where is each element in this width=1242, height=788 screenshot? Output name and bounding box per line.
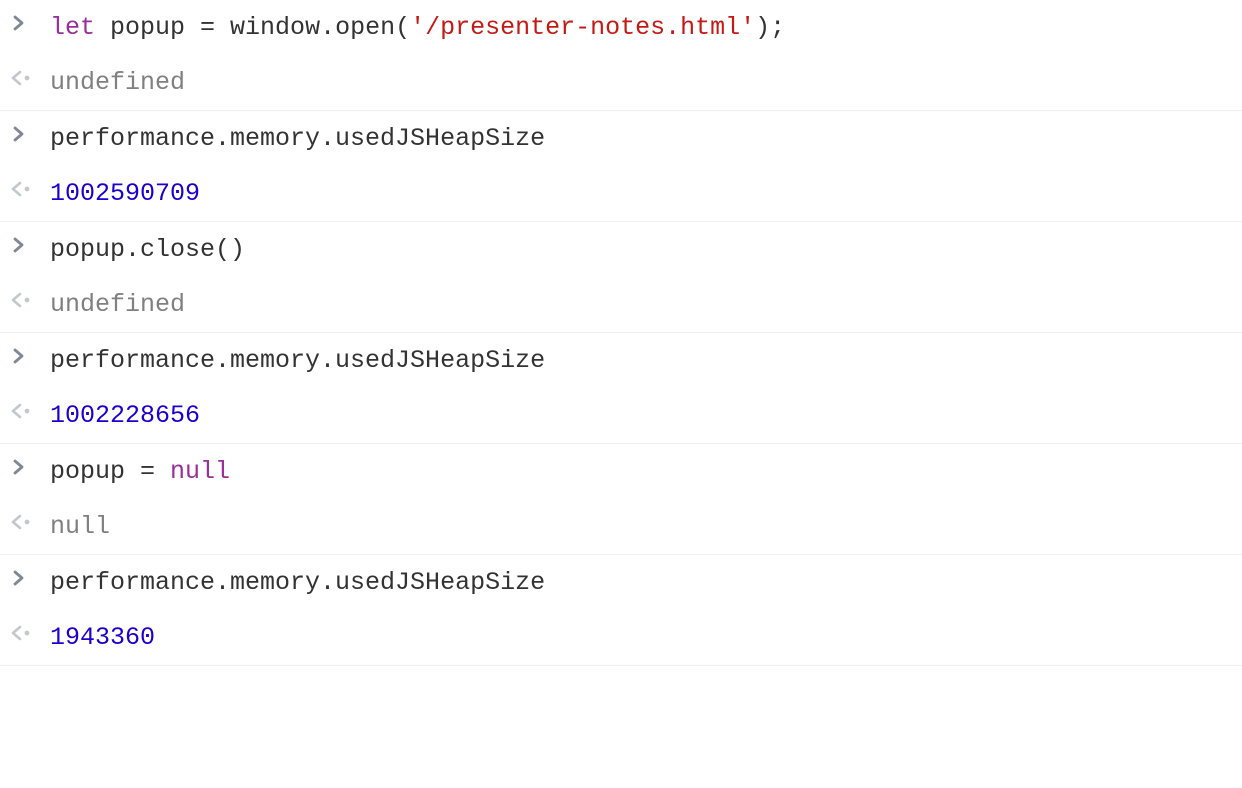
console-output-row: null [0, 499, 1242, 555]
console-input-text[interactable]: popup = null [50, 454, 1234, 489]
code-token: 1002228656 [50, 401, 200, 430]
code-token: popup.close() [50, 235, 245, 264]
console-output-text: 1002228656 [50, 398, 1234, 433]
console-input-text[interactable]: performance.memory.usedJSHeapSize [50, 565, 1234, 600]
console-log: let popup = window.open('/presenter-note… [0, 0, 1242, 666]
code-token: undefined [50, 68, 185, 97]
console-output-row: undefined [0, 55, 1242, 111]
input-prompt-icon [10, 121, 50, 144]
input-prompt-icon [10, 565, 50, 588]
input-prompt-icon [10, 10, 50, 33]
output-result-icon [10, 398, 50, 421]
console-input-text[interactable]: performance.memory.usedJSHeapSize [50, 121, 1234, 156]
console-input-row: performance.memory.usedJSHeapSize [0, 111, 1242, 166]
console-output-text: 1002590709 [50, 176, 1234, 211]
console-input-row: performance.memory.usedJSHeapSize [0, 333, 1242, 388]
console-input-row: popup = null [0, 444, 1242, 499]
console-input-row: let popup = window.open('/presenter-note… [0, 0, 1242, 55]
console-input-row: performance.memory.usedJSHeapSize [0, 555, 1242, 610]
code-token: let [50, 13, 95, 42]
code-token: undefined [50, 290, 185, 319]
code-token: = window.open( [200, 13, 410, 42]
code-token: 1002590709 [50, 179, 200, 208]
code-token: null [50, 512, 110, 541]
code-token: 1943360 [50, 623, 155, 652]
console-input-text[interactable]: let popup = window.open('/presenter-note… [50, 10, 1234, 45]
code-token: performance.memory.usedJSHeapSize [50, 124, 545, 153]
input-prompt-icon [10, 232, 50, 255]
output-result-icon [10, 287, 50, 310]
output-result-icon [10, 620, 50, 643]
code-token: null [170, 457, 230, 486]
code-token: performance.memory.usedJSHeapSize [50, 568, 545, 597]
console-output-text: undefined [50, 287, 1234, 322]
console-output-row: 1002590709 [0, 166, 1242, 222]
console-output-row: 1002228656 [0, 388, 1242, 444]
code-token: ); [755, 13, 785, 42]
console-input-text[interactable]: performance.memory.usedJSHeapSize [50, 343, 1234, 378]
code-token: '/presenter-notes.html' [410, 13, 755, 42]
console-output-row: undefined [0, 277, 1242, 333]
console-input-row: popup.close() [0, 222, 1242, 277]
input-prompt-icon [10, 343, 50, 366]
console-output-text: null [50, 509, 1234, 544]
console-input-text[interactable]: popup.close() [50, 232, 1234, 267]
console-output-row: 1943360 [0, 610, 1242, 666]
code-token: performance.memory.usedJSHeapSize [50, 346, 545, 375]
console-output-text: undefined [50, 65, 1234, 100]
code-token: popup = [50, 457, 170, 486]
input-prompt-icon [10, 454, 50, 477]
code-token: popup [95, 13, 200, 42]
output-result-icon [10, 509, 50, 532]
output-result-icon [10, 65, 50, 88]
output-result-icon [10, 176, 50, 199]
console-output-text: 1943360 [50, 620, 1234, 655]
